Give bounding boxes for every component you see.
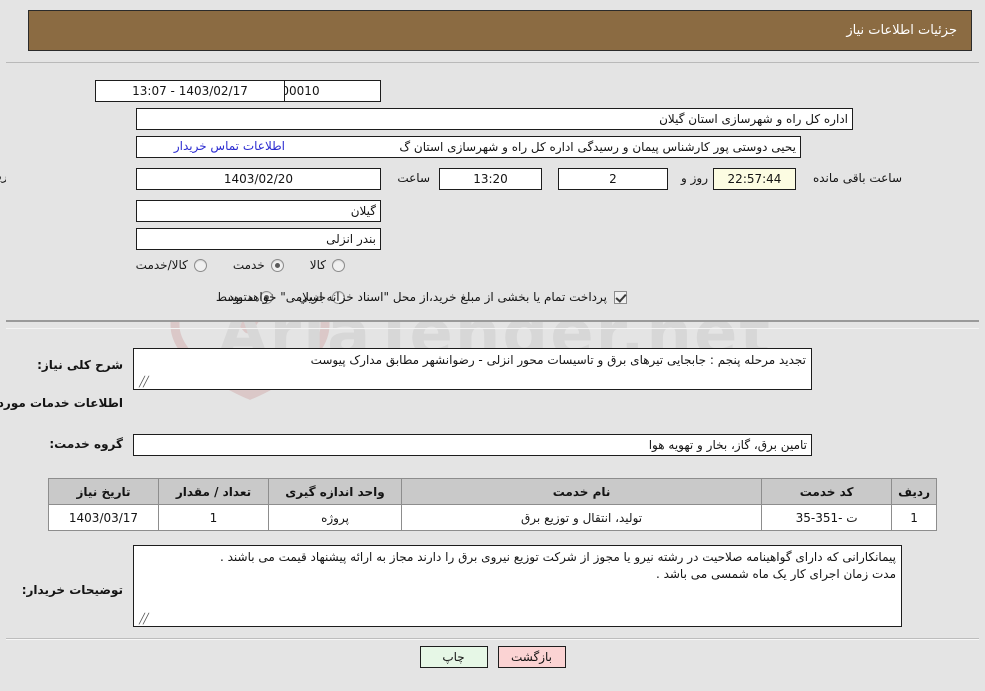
- radio-khedmat-icon[interactable]: [270, 258, 284, 272]
- radio-kala-label: کالا: [309, 258, 326, 272]
- cell-date: 1403/03/17: [48, 504, 159, 531]
- print-button[interactable]: چاپ: [419, 646, 488, 668]
- treasury-note-label: پرداخت تمام یا بخشی از مبلغ خرید،از محل …: [224, 290, 607, 304]
- buyer-notes-textarea[interactable]: پیمانکارانی که دارای گواهینامه صلاحیت در…: [133, 545, 902, 627]
- province-field[interactable]: گیلان: [136, 200, 381, 222]
- resize-grip-icon[interactable]: [137, 378, 147, 388]
- general-desc-textarea[interactable]: تجدید مرحله پنجم : جابجایی تیرهای برق و …: [133, 348, 812, 390]
- remaining-days-label: روز و: [681, 171, 708, 185]
- radio-option-kala[interactable]: کالا: [310, 258, 345, 272]
- table-row[interactable]: 1 ت -351-35 تولید، انتقال و توزیع برق پر…: [48, 504, 937, 531]
- services-table-head: ردیف کد خدمت نام خدمت واحد اندازه گیری ت…: [48, 478, 937, 505]
- category-radio-group: کالا خدمت کالا/خدمت: [136, 258, 345, 272]
- th-unit: واحد اندازه گیری: [268, 478, 402, 505]
- buyer-contact-link[interactable]: اطلاعات تماس خریدار: [174, 139, 285, 153]
- service-group-field[interactable]: تامین برق، گاز، بخار و تهویه هوا: [133, 434, 812, 456]
- city-field[interactable]: بندر انزلی: [136, 228, 381, 250]
- radio-option-khedmat[interactable]: خدمت: [233, 258, 284, 272]
- buyer-org-field[interactable]: اداره کل راه و شهرسازی استان گیلان: [136, 108, 853, 130]
- deadline-date-field[interactable]: 1403/02/20: [136, 168, 381, 190]
- cell-index: 1: [891, 504, 937, 531]
- th-code: کد خدمت: [761, 478, 893, 505]
- radio-kala-icon[interactable]: [332, 258, 345, 272]
- buyer-notes-label: توضیحات خریدار:: [21, 583, 123, 597]
- th-name: نام خدمت: [400, 478, 763, 505]
- services-section-title: اطلاعات خدمات مورد نیاز: [0, 396, 123, 410]
- remaining-days-field[interactable]: 2: [558, 168, 668, 190]
- page-title: جزئیات اطلاعات نیاز: [846, 23, 957, 38]
- cell-unit: پروژه: [268, 504, 402, 531]
- treasury-checkbox[interactable]: [614, 290, 627, 304]
- page-root: AriaTender.net جزئیات اطلاعات نیاز شماره…: [0, 0, 985, 691]
- radio-kala-khedmat-label: کالا/خدمت: [135, 258, 188, 272]
- action-button-bar: بازگشت چاپ: [0, 646, 985, 668]
- treasury-note-group: پرداخت تمام یا بخشی از مبلغ خرید،از محل …: [224, 290, 627, 304]
- buyer-notes-line-1: پیمانکارانی که دارای گواهینامه صلاحیت در…: [219, 550, 896, 564]
- general-desc-text: تجدید مرحله پنجم : جابجایی تیرهای برق و …: [310, 353, 806, 367]
- back-button[interactable]: بازگشت: [497, 646, 566, 668]
- table-header-row: ردیف کد خدمت نام خدمت واحد اندازه گیری ت…: [48, 478, 937, 505]
- footer-divider: [6, 638, 979, 640]
- th-quantity: تعداد / مقدار: [158, 478, 269, 505]
- radio-khedmat-label: خدمت: [232, 258, 265, 272]
- radio-kala-khedmat-icon[interactable]: [193, 258, 207, 272]
- resize-grip-icon-notes[interactable]: [137, 615, 147, 625]
- cell-code: ت -351-35: [761, 504, 893, 531]
- remaining-hours-label: ساعت باقی مانده: [812, 171, 902, 185]
- page-header: جزئیات اطلاعات نیاز: [28, 10, 972, 51]
- deadline-hour-label: ساعت: [397, 171, 430, 185]
- service-group-label: گروه خدمت:: [49, 437, 123, 451]
- buyer-notes-line-2: مدت زمان اجرای کار یک ماه شمسی می باشد .: [655, 567, 896, 581]
- cell-name: تولید، انتقال و توزیع برق: [400, 504, 763, 531]
- announce-datetime-field[interactable]: 1403/02/17 - 13:07: [95, 80, 285, 102]
- th-date: تاریخ نیاز: [48, 478, 159, 505]
- services-table: ردیف کد خدمت نام خدمت واحد اندازه گیری ت…: [48, 478, 937, 531]
- th-index: ردیف: [891, 478, 937, 505]
- general-desc-label: شرح کلی نیاز:: [37, 358, 123, 372]
- countdown-timer-field: 22:57:44: [713, 168, 796, 190]
- deadline-time-field[interactable]: 13:20: [439, 168, 542, 190]
- services-table-body: 1 ت -351-35 تولید، انتقال و توزیع برق پر…: [48, 504, 937, 531]
- radio-option-kala-khedmat[interactable]: کالا/خدمت: [136, 258, 207, 272]
- cell-quantity: 1: [158, 504, 269, 531]
